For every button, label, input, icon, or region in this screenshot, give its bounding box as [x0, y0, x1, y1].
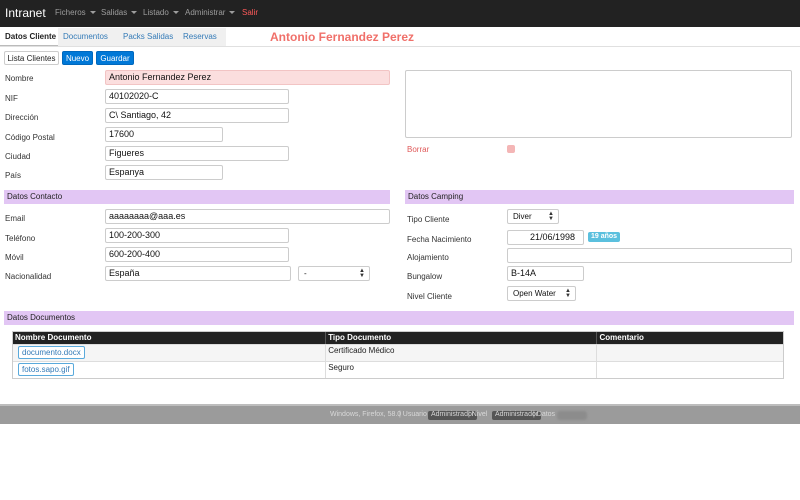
chevron-down-icon [89, 11, 96, 15]
nacionalidad-select[interactable]: - ▲ ▼ [298, 266, 370, 281]
tab-packs-salidas[interactable]: Packs Salidas [118, 28, 178, 46]
tab-datos-cliente[interactable]: Datos Cliente [0, 28, 58, 46]
fecha-nacimiento-input[interactable]: 21/06/1998 [507, 230, 584, 245]
select-arrows-icon: ▲ ▼ [565, 288, 571, 299]
alojamiento-label: Alojamiento [407, 253, 449, 262]
table-row: documento.docx Certificado Médico [13, 344, 783, 361]
footer-db-value-redacted [557, 411, 587, 420]
tab-divider [0, 46, 800, 47]
top-navbar: Intranet Ficheros Salidas Listado Admini… [0, 0, 800, 27]
nav-salidas[interactable]: Salidas [101, 8, 138, 17]
notes-textarea[interactable] [405, 70, 792, 138]
doc-name-cell: fotos.sapo.gif [13, 362, 327, 378]
nombre-label: Nombre [5, 74, 34, 83]
email-input[interactable]: aaaaaaaa@aaa.es [105, 209, 390, 224]
nacionalidad-label: Nacionalidad [5, 272, 52, 281]
movil-input[interactable]: 600-200-400 [105, 247, 289, 262]
nivel-cliente-label: Nivel Cliente [407, 292, 452, 301]
direccion-label: Dirección [5, 113, 39, 122]
movil-label: Móvil [5, 253, 24, 262]
new-button[interactable]: Nuevo [62, 51, 93, 65]
column-header-nombre: Nombre Documento [13, 332, 327, 344]
pais-input[interactable]: Espanya [105, 165, 223, 180]
telefono-input[interactable]: 100-200-300 [105, 228, 289, 243]
fecha-nacimiento-label: Fecha Nacimiento [407, 235, 472, 244]
table-row: fotos.sapo.gif Seguro [13, 361, 783, 378]
tab-documentos[interactable]: Documentos [58, 28, 118, 46]
codigo-postal-label: Código Postal [5, 133, 55, 142]
doc-type-cell: Seguro [326, 362, 598, 378]
tipo-cliente-value: Diver [513, 212, 532, 221]
documents-table: Nombre Documento Tipo Documento Comentar… [12, 331, 784, 379]
doc-comment-cell [597, 362, 783, 378]
section-datos-contacto: Datos Contacto [4, 190, 390, 204]
footer-db-label: | Datos [533, 411, 556, 418]
nivel-cliente-select[interactable]: Open Water ▲ ▼ [507, 286, 576, 301]
telefono-label: Teléfono [5, 234, 36, 243]
doc-name-cell: documento.docx [13, 345, 327, 361]
pais-label: País [5, 171, 22, 180]
chevron-down-icon [172, 11, 179, 15]
nav-logout[interactable]: Salir [242, 8, 258, 17]
chevron-down-icon [131, 11, 138, 15]
tipo-cliente-select[interactable]: Diver ▲ ▼ [507, 209, 559, 224]
nav-salidas-label: Salidas [101, 8, 128, 17]
documents-table-header: Nombre Documento Tipo Documento Comentar… [13, 332, 783, 344]
nif-input[interactable]: 40102020-C [105, 89, 289, 104]
email-label: Email [5, 214, 26, 223]
direccion-input[interactable]: C\ Santiago, 42 [105, 108, 289, 123]
column-header-comentario: Comentario [599, 333, 644, 342]
brand-logo[interactable]: Intranet [5, 6, 46, 20]
ciudad-input[interactable]: Figueres [105, 146, 289, 161]
nav-ficheros[interactable]: Ficheros [55, 8, 96, 17]
save-button[interactable]: Guardar [96, 51, 134, 65]
document-link[interactable]: fotos.sapo.gif [18, 363, 74, 376]
codigo-postal-input[interactable]: 17600 [105, 127, 223, 142]
document-link[interactable]: documento.docx [18, 346, 85, 359]
nivel-cliente-value: Open Water [513, 289, 556, 298]
age-badge: 19 años [588, 232, 621, 242]
nombre-input[interactable]: Antonio Fernandez Perez [105, 70, 390, 85]
client-list-button[interactable]: Lista Clientes [4, 51, 59, 65]
doc-type-cell: Certificado Médico [326, 345, 598, 361]
chevron-down-icon [229, 11, 236, 15]
section-datos-documentos: Datos Documentos [4, 311, 794, 325]
alojamiento-input[interactable] [507, 248, 792, 263]
column-header-tipo: Tipo Documento [326, 332, 598, 344]
nif-label: NIF [5, 94, 18, 103]
select-arrows-icon: ▲ ▼ [359, 268, 365, 279]
bungalow-label: Bungalow [407, 272, 443, 281]
tipo-cliente-label: Tipo Cliente [407, 215, 450, 224]
borrar-checkbox[interactable] [507, 145, 515, 153]
footer-user-label: | Usuario [399, 411, 427, 418]
nav-administrar-label: Administrar [185, 8, 226, 17]
page-title: Antonio Fernandez Perez [270, 30, 415, 44]
ciudad-label: Ciudad [5, 152, 31, 161]
nav-ficheros-label: Ficheros [55, 8, 86, 17]
status-footer: Windows, Firefox, 58.0 | Usuario Adminis… [0, 404, 800, 424]
nav-administrar[interactable]: Administrar [185, 8, 236, 17]
footer-level-label: | Nivel [468, 411, 488, 418]
nacionalidad-select-value: - [304, 269, 307, 278]
doc-comment-cell [597, 345, 783, 361]
bungalow-input[interactable]: B-14A [507, 266, 584, 281]
nacionalidad-input[interactable]: España [105, 266, 291, 281]
nav-listado[interactable]: Listado [143, 8, 179, 17]
nav-listado-label: Listado [143, 8, 169, 17]
section-datos-camping: Datos Camping [405, 190, 794, 204]
tab-reservas[interactable]: Reservas [178, 28, 226, 46]
borrar-label: Borrar [407, 145, 430, 154]
select-arrows-icon: ▲ ▼ [548, 211, 554, 222]
footer-environment: Windows, Firefox, 58.0 [330, 411, 402, 418]
